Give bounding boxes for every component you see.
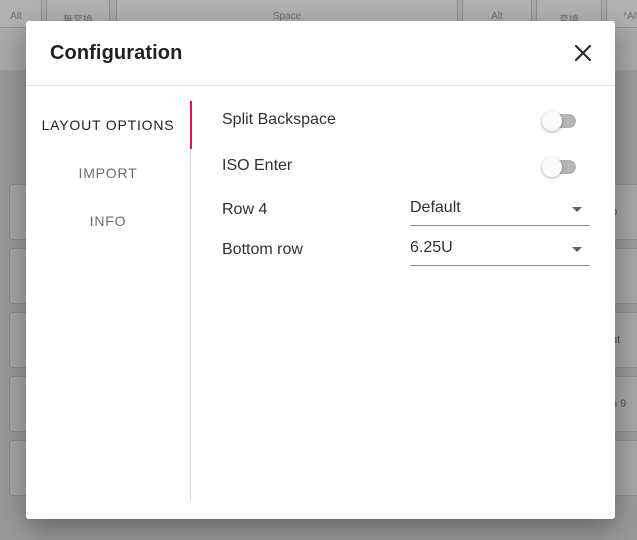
chevron-down-icon (572, 207, 582, 212)
tab-import[interactable]: IMPORT (26, 149, 190, 197)
tab-layout-options[interactable]: LAYOUT OPTIONS (26, 101, 192, 149)
row4-select[interactable]: Default (410, 193, 590, 226)
row4-label: Row 4 (222, 201, 268, 218)
bottom-row-select-value: 6.25U (410, 239, 453, 256)
dialog-title: Configuration (50, 42, 183, 64)
dialog-header: Configuration (26, 21, 615, 86)
close-icon (574, 44, 592, 62)
tab-label: INFO (89, 213, 127, 229)
tab-info[interactable]: INFO (26, 197, 190, 245)
row4-select-value: Default (410, 199, 461, 216)
iso-enter-toggle[interactable] (542, 156, 582, 178)
split-backspace-label: Split Backspace (222, 111, 336, 128)
iso-enter-label: ISO Enter (222, 157, 293, 174)
config-nav: LAYOUT OPTIONS IMPORT INFO (26, 101, 192, 501)
active-tab-indicator (190, 101, 192, 149)
bottom-row-select[interactable]: 6.25U (410, 233, 590, 266)
configuration-dialog: Configuration LAYOUT OPTIONS IMPORT INFO… (26, 21, 615, 519)
chevron-down-icon (572, 247, 582, 252)
toggle-thumb (542, 111, 562, 131)
toggle-thumb (542, 157, 562, 177)
close-button[interactable] (571, 41, 595, 65)
tab-label: LAYOUT OPTIONS (41, 117, 175, 133)
bottom-row-label: Bottom row (222, 241, 303, 258)
split-backspace-toggle[interactable] (542, 110, 582, 132)
tab-label: IMPORT (78, 165, 138, 181)
